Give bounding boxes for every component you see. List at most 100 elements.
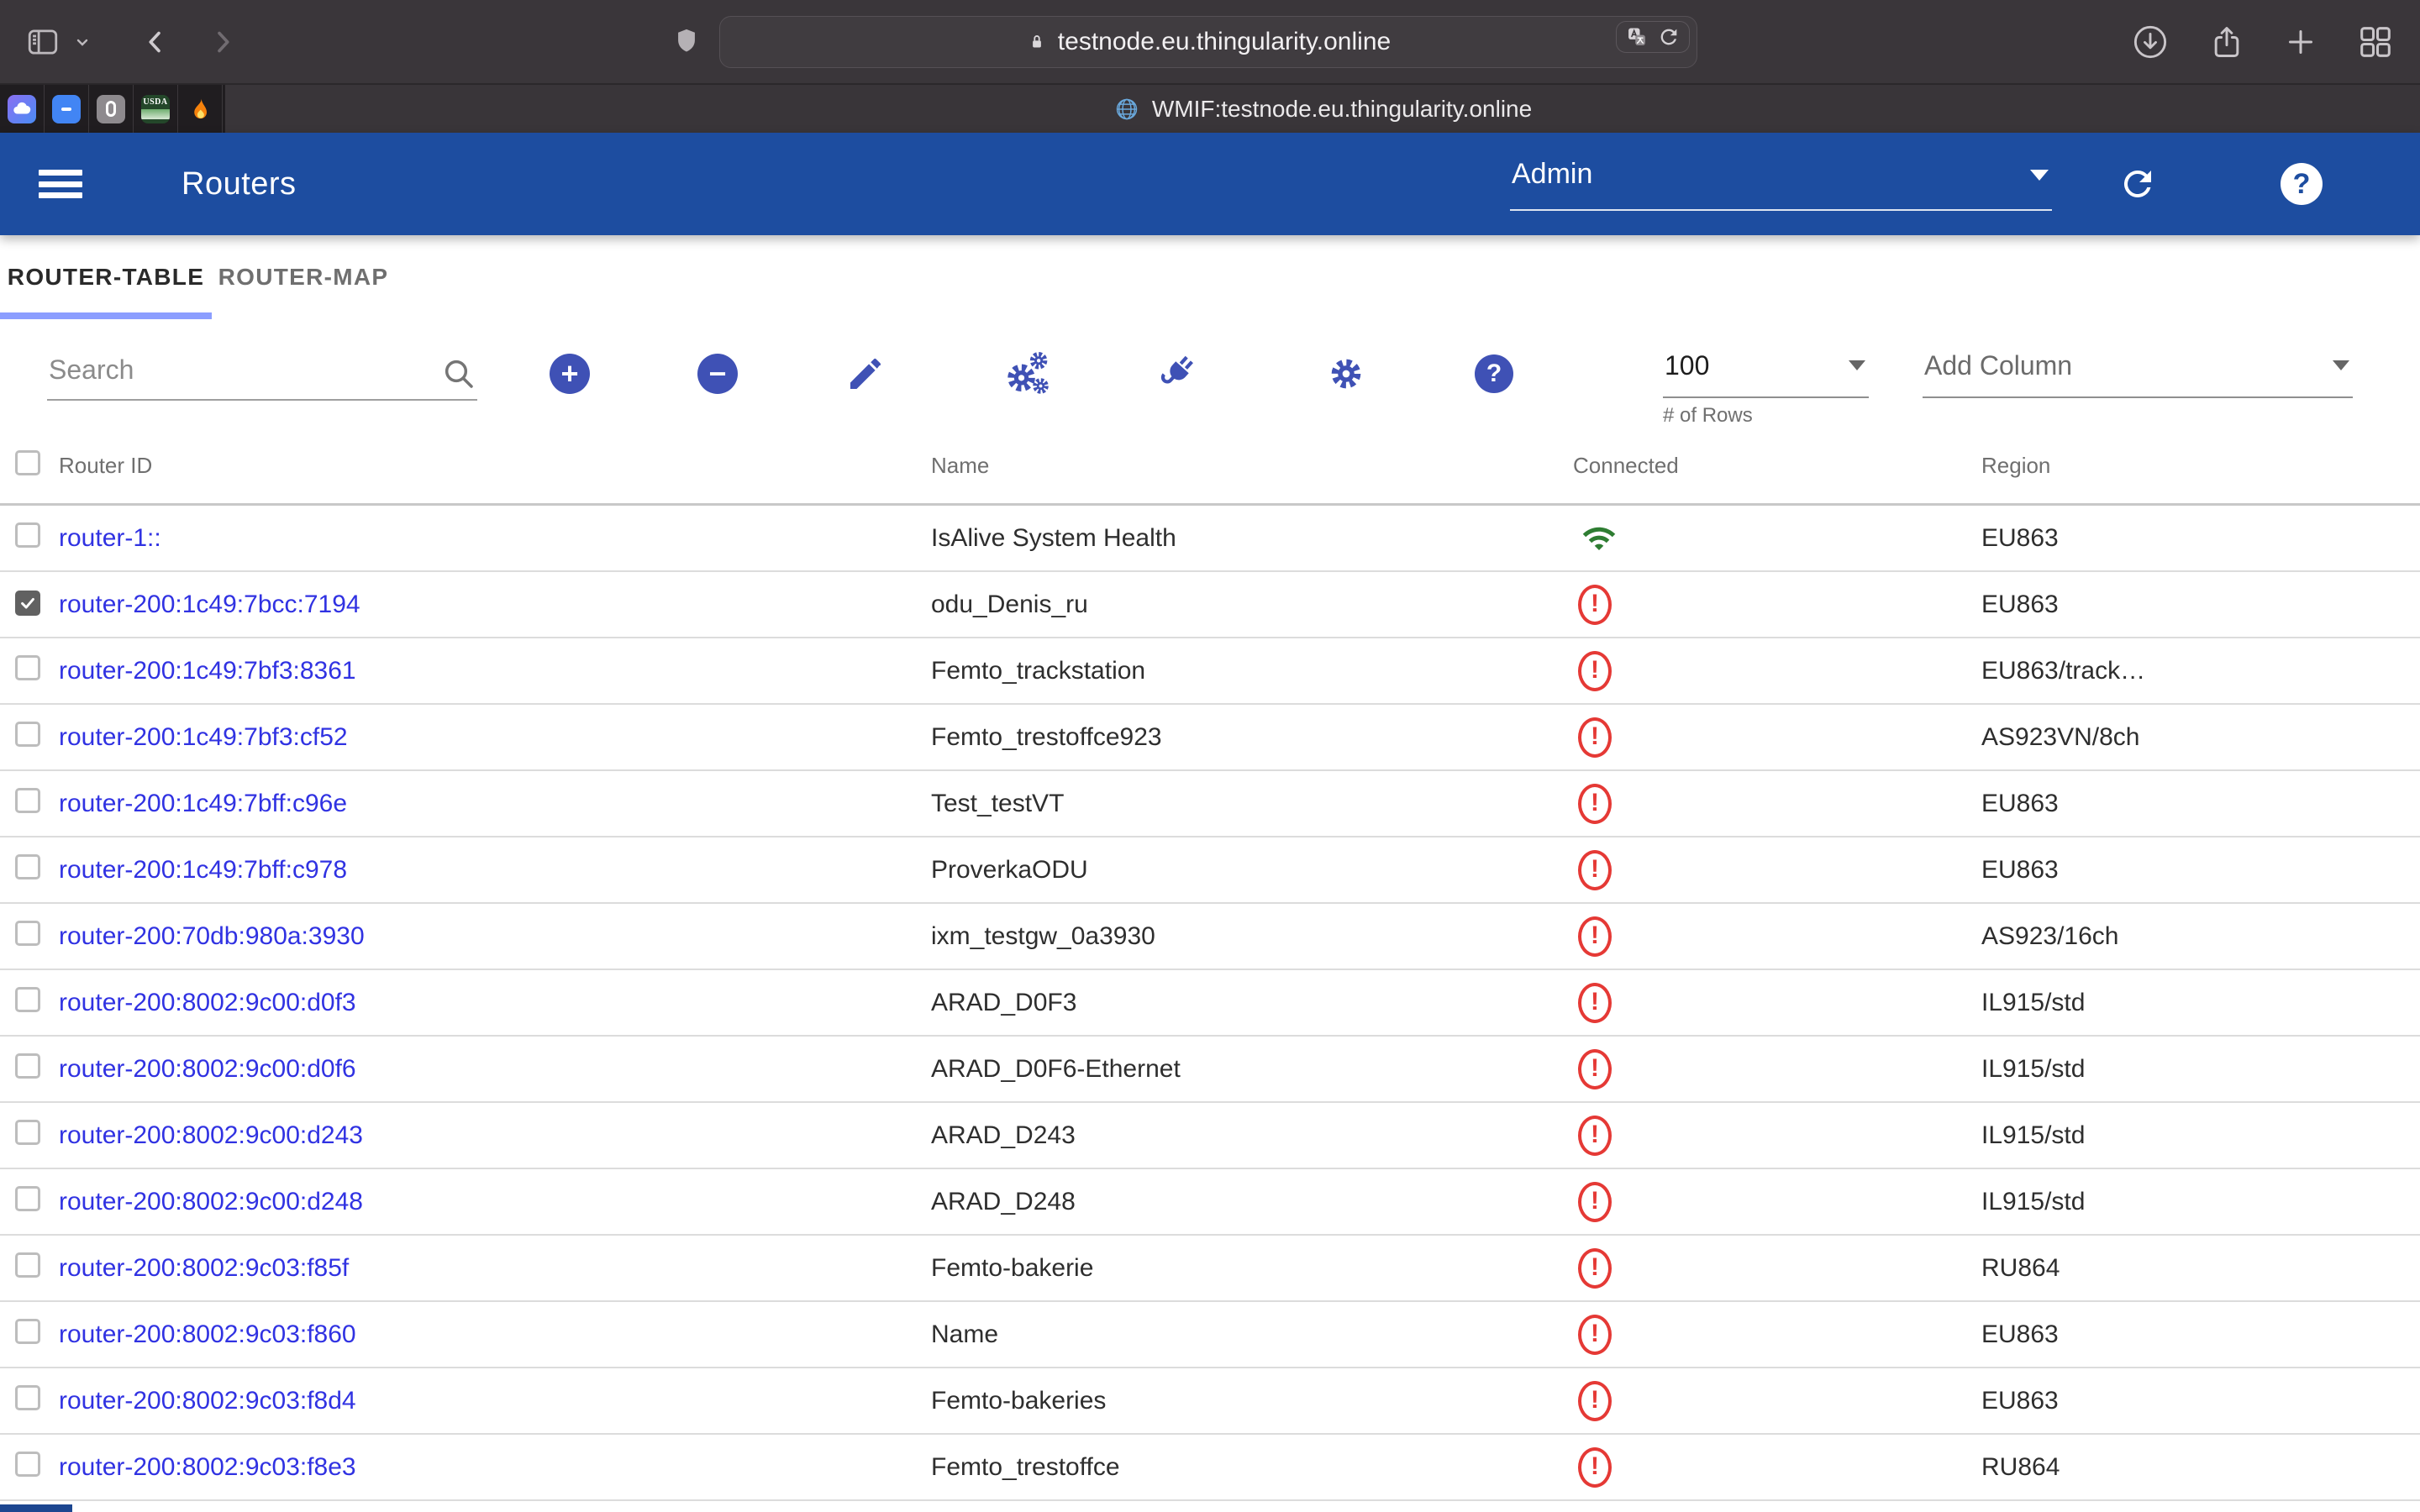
search-icon	[442, 357, 476, 391]
downloads-icon[interactable]	[2131, 23, 2170, 61]
router-name: Test_testVT	[931, 790, 1573, 818]
view-tabs: ROUTER-TABLE ROUTER-MAP	[0, 235, 2420, 319]
privacy-shield-icon[interactable]	[672, 24, 701, 59]
router-id-link[interactable]: router-200:8002:9c03:f85f	[59, 1254, 349, 1282]
row-checkbox[interactable]	[15, 1319, 40, 1344]
router-id-link[interactable]: router-200:1c49:7bf3:cf52	[59, 723, 348, 751]
router-region: IL915/std	[1981, 1188, 2420, 1216]
row-checkbox[interactable]	[15, 1452, 40, 1477]
settings-button[interactable]	[1307, 335, 1385, 412]
forward-icon[interactable]	[207, 24, 237, 60]
row-checkbox[interactable]	[15, 722, 40, 747]
edit-button[interactable]	[827, 335, 904, 412]
cloud-app-icon	[8, 95, 36, 123]
row-checkbox[interactable]	[15, 1053, 40, 1079]
tab-router-table[interactable]: ROUTER-TABLE	[0, 235, 212, 319]
page-title: Routers	[182, 166, 297, 202]
row-checkbox[interactable]	[15, 1186, 40, 1211]
search-input[interactable]	[47, 348, 477, 401]
router-name: ARAD_D0F3	[931, 989, 1573, 1017]
row-checkbox[interactable]	[15, 921, 40, 946]
row-checkbox[interactable]	[15, 854, 40, 879]
row-checkbox[interactable]	[15, 987, 40, 1012]
plug-icon	[1147, 344, 1207, 404]
back-icon[interactable]	[141, 24, 171, 60]
column-header-region[interactable]: Region	[1981, 453, 2420, 479]
pinned-tabs: USDA	[0, 85, 225, 133]
share-icon[interactable]	[2208, 22, 2245, 62]
router-id-link[interactable]: router-200:1c49:7bf3:8361	[59, 657, 356, 685]
error-glyph: !	[1591, 658, 1599, 683]
sidebar-toggle-icon[interactable]	[24, 24, 62, 60]
router-id-link[interactable]: router-200:70db:980a:3930	[59, 922, 365, 950]
row-checkbox[interactable]	[15, 1120, 40, 1145]
row-checkbox[interactable]	[15, 522, 40, 548]
refresh-icon[interactable]	[2118, 164, 2158, 204]
router-id-link[interactable]: router-200:8002:9c03:f860	[59, 1320, 356, 1348]
column-header-name[interactable]: Name	[931, 453, 1573, 479]
table-help-button[interactable]: ?	[1455, 335, 1533, 412]
pinned-tab-firebase[interactable]	[178, 85, 223, 133]
router-id-link[interactable]: router-200:1c49:7bff:c978	[59, 856, 347, 884]
router-id-link[interactable]: router-200:8002:9c00:d0f3	[59, 989, 356, 1016]
pinned-tab-cloud[interactable]	[0, 85, 45, 133]
browser-tab-strip: USDA WMIF:testnode.eu.thingularity.onlin…	[0, 84, 2420, 133]
row-checkbox[interactable]	[15, 788, 40, 813]
new-tab-icon[interactable]	[2284, 25, 2317, 59]
user-select[interactable]: Admin	[1510, 158, 2052, 211]
router-id-link[interactable]: router-200:8002:9c00:d0f6	[59, 1055, 356, 1083]
search-box	[47, 348, 477, 401]
translate-icon[interactable]	[1625, 25, 1649, 49]
advanced-settings-button[interactable]	[990, 335, 1067, 412]
menu-icon[interactable]	[39, 170, 82, 198]
router-name: ARAD_D243	[931, 1121, 1573, 1150]
pinned-tab-docs[interactable]	[45, 85, 89, 133]
wifi-icon	[1578, 521, 1620, 556]
add-column-select[interactable]: Add Column	[1923, 350, 2353, 398]
table-row: router-200:1c49:7bff:c978 ProverkaODU ! …	[0, 837, 2420, 904]
add-router-button[interactable]: +	[531, 335, 608, 412]
address-bar[interactable]: testnode.eu.thingularity.online	[719, 16, 1697, 68]
row-checkbox[interactable]	[15, 655, 40, 680]
column-header-router-id[interactable]: Router ID	[59, 453, 931, 479]
chevron-down-icon[interactable]	[72, 32, 92, 52]
router-id-link[interactable]: router-1::	[59, 524, 161, 552]
router-name: Femto_trestoffce	[931, 1453, 1573, 1482]
row-checkbox[interactable]	[15, 1385, 40, 1410]
error-icon: !	[1578, 717, 1612, 758]
row-checkbox[interactable]	[15, 1252, 40, 1278]
table-row: router-200:1c49:7bff:c96e Test_testVT ! …	[0, 771, 2420, 837]
error-glyph: !	[1591, 790, 1599, 816]
connect-button[interactable]	[1138, 335, 1215, 412]
error-icon: !	[1578, 1182, 1612, 1222]
error-icon: !	[1578, 1315, 1612, 1355]
pinned-tab-usda[interactable]: USDA	[134, 85, 178, 133]
row-checkbox[interactable]	[15, 591, 40, 616]
pencil-icon	[845, 354, 886, 394]
pinned-tab-gray[interactable]	[89, 85, 134, 133]
router-name: odu_Denis_ru	[931, 591, 1573, 619]
router-name: Femto-bakerie	[931, 1254, 1573, 1283]
tab-overview-icon[interactable]	[2356, 23, 2395, 61]
select-all-checkbox[interactable]	[15, 450, 40, 475]
router-id-link[interactable]: router-200:1c49:7bcc:7194	[59, 591, 360, 618]
router-id-link[interactable]: router-200:8002:9c00:d248	[59, 1188, 363, 1215]
router-id-link[interactable]: router-200:8002:9c00:d243	[59, 1121, 363, 1149]
router-id-link[interactable]: router-200:8002:9c03:f8d4	[59, 1387, 356, 1415]
error-icon: !	[1578, 1116, 1612, 1156]
router-name: Femto_trackstation	[931, 657, 1573, 685]
router-name: Femto-bakeries	[931, 1387, 1573, 1415]
active-browser-tab[interactable]: WMIF:testnode.eu.thingularity.online	[225, 85, 2420, 133]
router-id-link[interactable]: router-200:1c49:7bff:c96e	[59, 790, 347, 817]
router-region: EU863	[1981, 591, 2420, 619]
help-icon[interactable]: ?	[2281, 163, 2323, 205]
partial-row-peek	[0, 1504, 72, 1512]
tab-router-map[interactable]: ROUTER-MAP	[212, 235, 395, 319]
error-icon: !	[1578, 1447, 1612, 1488]
column-header-connected[interactable]: Connected	[1573, 453, 1981, 479]
router-id-link[interactable]: router-200:8002:9c03:f8e3	[59, 1453, 356, 1481]
rows-per-page-select[interactable]: 100 # of Rows	[1663, 350, 1869, 398]
lock-icon	[1026, 29, 1048, 55]
reload-icon[interactable]	[1657, 25, 1681, 49]
remove-router-button[interactable]: −	[679, 335, 756, 412]
